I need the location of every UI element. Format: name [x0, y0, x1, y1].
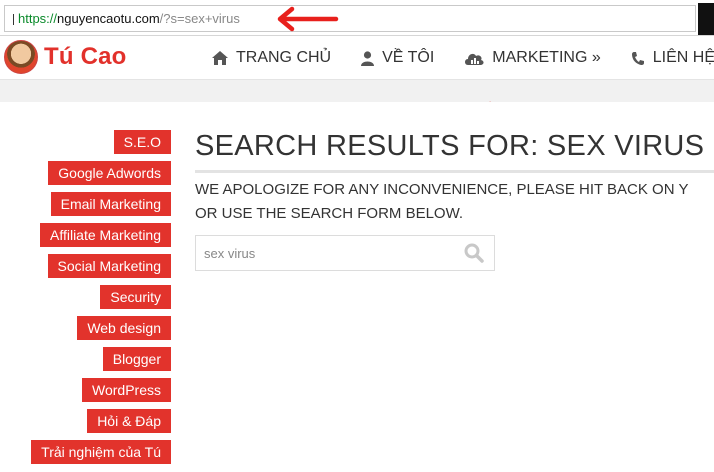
- user-icon: [361, 50, 375, 66]
- url-domain: nguyencaotu.com: [57, 11, 160, 26]
- nav-item-label: TRANG CHỦ: [236, 49, 332, 66]
- category-seo[interactable]: S.E.O: [113, 130, 171, 154]
- brand-name: Tú Cao: [44, 43, 127, 70]
- nav-item-contact[interactable]: LIÊN HỆ: [631, 49, 714, 67]
- cloud-chart-icon: [465, 53, 484, 65]
- category-blogger[interactable]: Blogger: [102, 347, 171, 371]
- main-nav: TRANG CHỦ VỀ TÔI MARKETING » LIÊN HỆ: [212, 36, 714, 80]
- title-divider: [195, 170, 714, 173]
- home-icon: [212, 51, 228, 65]
- nav-item-marketing[interactable]: MARKETING »: [464, 49, 601, 67]
- category-web-design[interactable]: Web design: [77, 316, 171, 340]
- nav-item-label: VỀ TÔI: [382, 49, 435, 66]
- url-field[interactable]: https://nguyencaotu.com/?s=sex+virus: [4, 5, 696, 32]
- category-email-marketing[interactable]: Email Marketing: [50, 192, 171, 216]
- message-line: OR USE THE SEARCH FORM BELOW.: [195, 205, 464, 222]
- search-form: [195, 235, 495, 271]
- main-content: S.E.O Google Adwords Email Marketing Aff…: [0, 102, 714, 472]
- url-text: https://nguyencaotu.com/?s=sex+virus: [18, 11, 240, 26]
- category-wordpress[interactable]: WordPress: [82, 378, 171, 402]
- address-bar: https://nguyencaotu.com/?s=sex+virus: [0, 0, 714, 36]
- site-header: Tú Cao TRANG CHỦ VỀ TÔI MARKETING » LIÊN…: [0, 36, 714, 80]
- category-social-marketing[interactable]: Social Marketing: [47, 254, 171, 278]
- category-google-adwords[interactable]: Google Adwords: [48, 161, 171, 185]
- phone-icon: [631, 51, 644, 65]
- page-title: SEARCH RESULTS FOR: SEX VIRUS: [195, 130, 705, 162]
- category-affiliate-marketing[interactable]: Affiliate Marketing: [39, 223, 171, 247]
- nav-item-label: MARKETING »: [492, 49, 601, 66]
- category-security[interactable]: Security: [100, 285, 171, 309]
- search-input[interactable]: [196, 236, 456, 270]
- nav-item-about[interactable]: VỀ TÔI: [361, 49, 434, 67]
- text-caret: [13, 14, 14, 25]
- url-scheme: https://: [18, 11, 58, 26]
- nav-item-label: LIÊN HỆ: [652, 49, 714, 66]
- search-icon: [464, 243, 484, 263]
- url-query: /?s=sex+virus: [159, 11, 240, 26]
- category-trai-nghiem[interactable]: Trải nghiệm của Tú: [31, 440, 171, 464]
- category-list: S.E.O Google Adwords Email Marketing Aff…: [0, 102, 171, 472]
- message-line: WE APOLOGIZE FOR ANY INCONVENIENCE, PLEA…: [195, 181, 689, 198]
- annotation-arrow-icon: [277, 6, 339, 32]
- category-hoi-dap[interactable]: Hỏi & Đáp: [87, 409, 171, 433]
- toolbar-edge: [698, 3, 714, 35]
- avatar: [4, 40, 38, 74]
- site-logo[interactable]: Tú Cao: [4, 40, 127, 74]
- search-button[interactable]: [464, 243, 484, 268]
- no-results-message: WE APOLOGIZE FOR ANY INCONVENIENCE, PLEA…: [195, 178, 714, 226]
- nav-item-home[interactable]: TRANG CHỦ: [212, 49, 331, 67]
